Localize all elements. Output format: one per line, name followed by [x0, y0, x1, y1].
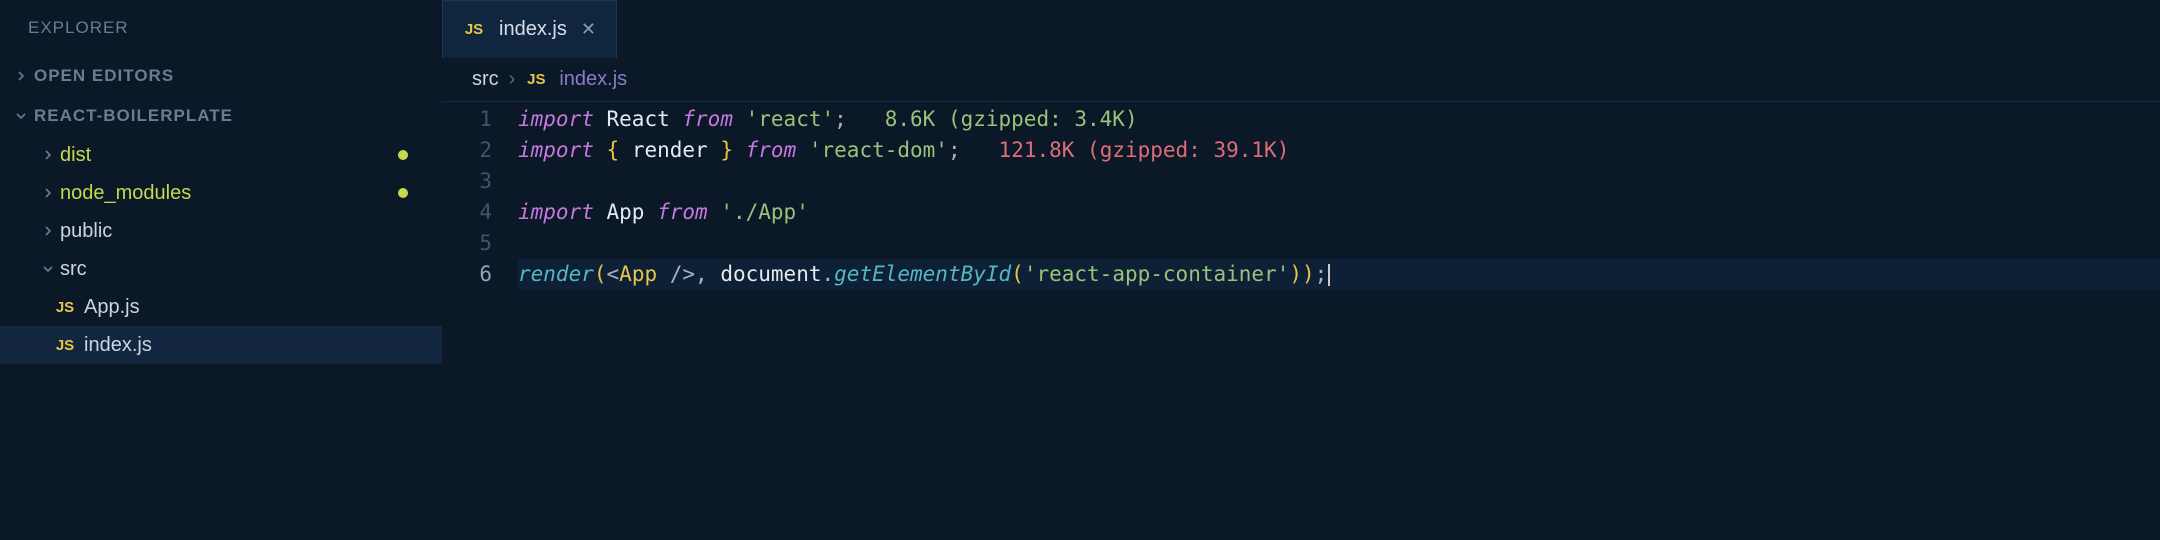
line-number: 3 [442, 166, 492, 197]
modified-indicator-icon [398, 188, 408, 198]
breadcrumb-file[interactable]: index.js [559, 68, 627, 91]
breadcrumb[interactable]: src › JS index.js [442, 58, 2160, 102]
tab-bar: JS index.js ✕ [442, 0, 2160, 58]
chevron-right-icon [38, 149, 58, 161]
code-line[interactable]: import App from './App' [518, 197, 2160, 228]
code-line[interactable] [518, 228, 2160, 259]
line-number: 6 [442, 259, 492, 290]
folder-item-public[interactable]: public [0, 212, 442, 250]
line-number: 2 [442, 135, 492, 166]
code-line[interactable]: import { render } from 'react-dom'; 121.… [518, 135, 2160, 166]
line-number: 4 [442, 197, 492, 228]
text-cursor [1328, 264, 1330, 286]
open-editors-label: OPEN EDITORS [34, 66, 174, 86]
chevron-right-icon [12, 70, 30, 82]
tab-index.js[interactable]: JS index.js ✕ [442, 0, 617, 58]
chevron-down-icon [12, 110, 30, 122]
js-file-icon: JS [54, 337, 76, 354]
folder-item-dist[interactable]: dist [0, 136, 442, 174]
project-section[interactable]: REACT-BOILERPLATE [0, 96, 442, 136]
js-file-icon: JS [525, 71, 547, 88]
tree-item-label: node_modules [60, 182, 191, 205]
code-line[interactable] [518, 166, 2160, 197]
open-editors-section[interactable]: OPEN EDITORS [0, 56, 442, 96]
tab-label: index.js [499, 18, 567, 41]
js-file-icon: JS [54, 299, 76, 316]
file-tree: dist node_modulespublic src JS App.js JS index… [0, 136, 442, 364]
chevron-down-icon [38, 263, 58, 275]
sidebar: EXPLORER OPEN EDITORS REACT-BOILERPLATE … [0, 0, 442, 540]
line-number: 1 [442, 104, 492, 135]
line-number-gutter: 123456 [442, 102, 518, 290]
modified-indicator-icon [398, 150, 408, 160]
code-line[interactable]: import React from 'react'; 8.6K (gzipped… [518, 104, 2160, 135]
tree-item-label: src [60, 258, 87, 281]
chevron-right-icon [38, 187, 58, 199]
file-item-App.js[interactable]: JS App.js [0, 288, 442, 326]
tree-item-label: index.js [84, 334, 152, 357]
editor-area: JS index.js ✕ src › JS index.js 123456 import… [442, 0, 2160, 540]
line-number: 5 [442, 228, 492, 259]
breadcrumb-crumb[interactable]: src [472, 68, 499, 91]
file-item-index.js[interactable]: JS index.js [0, 326, 442, 364]
tree-item-label: public [60, 220, 112, 243]
js-file-icon: JS [463, 21, 485, 38]
folder-item-node_modules[interactable]: node_modules [0, 174, 442, 212]
close-icon[interactable]: ✕ [581, 19, 596, 40]
tree-item-label: dist [60, 144, 91, 167]
project-name: REACT-BOILERPLATE [34, 106, 233, 126]
folder-item-src[interactable]: src [0, 250, 442, 288]
code-line[interactable]: render(<App />, document.getElementById(… [518, 259, 2160, 290]
code-content[interactable]: import React from 'react'; 8.6K (gzipped… [518, 102, 2160, 290]
tree-item-label: App.js [84, 296, 140, 319]
breadcrumb-separator: › [509, 68, 516, 91]
chevron-right-icon [38, 225, 58, 237]
explorer-title: EXPLORER [0, 0, 442, 56]
code-editor[interactable]: 123456 import React from 'react'; 8.6K (… [442, 102, 2160, 290]
